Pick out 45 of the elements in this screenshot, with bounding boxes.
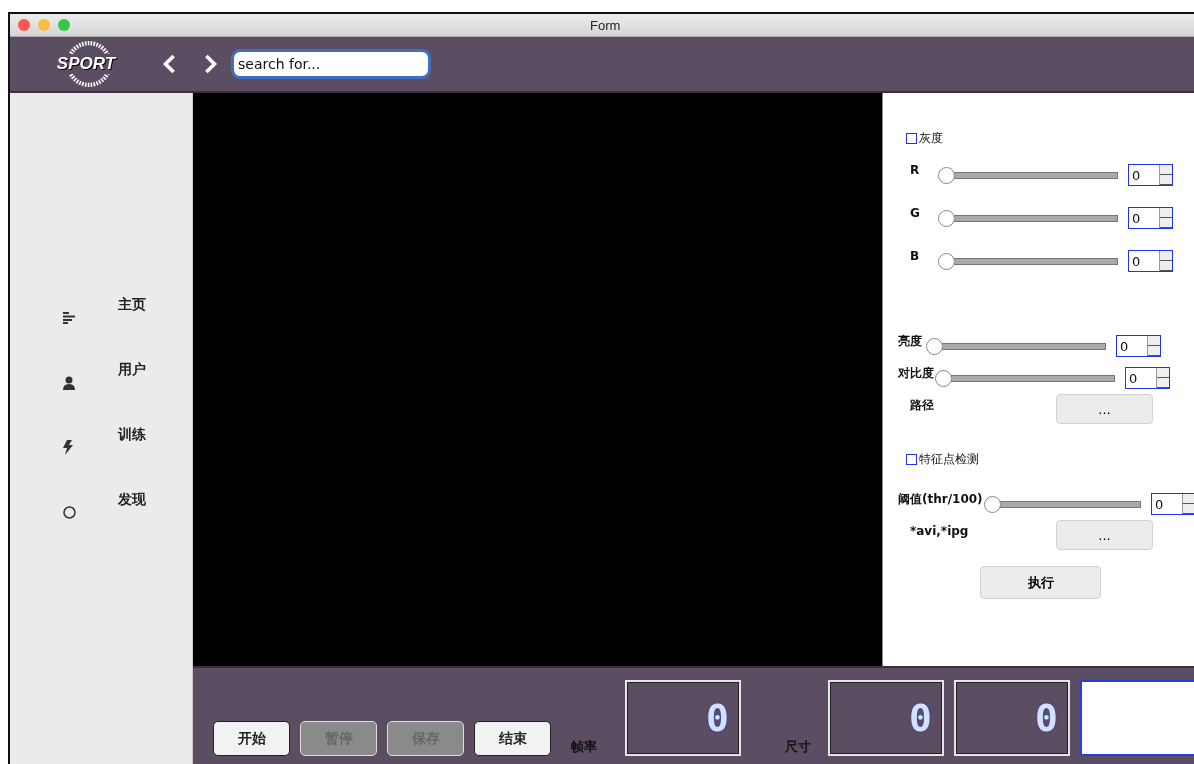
sidebar-item[interactable]: 发现 [10,476,192,541]
slider[interactable] [983,495,1141,513]
slider-label: G [910,206,921,220]
window-title: Form [590,17,621,33]
lcd-display: 0 [954,680,1070,756]
size-label: 尺寸 [785,738,812,756]
lcd-display: 0 [625,680,741,756]
circle-icon [63,506,76,519]
field-label: *avi,*ipg [910,524,970,538]
close-icon[interactable] [18,19,30,31]
slider-label: 阈值(thr/100) [898,490,984,508]
browse-button[interactable]: ... [1056,520,1153,550]
checkbox[interactable] [906,453,917,465]
sidebar-item[interactable]: 主页 [10,281,192,346]
spin-box[interactable]: 0 [1116,335,1161,357]
slider[interactable] [935,369,1115,387]
sidebar-item[interactable]: 用户 [10,346,192,411]
field-label: 路径 [910,396,935,414]
slider[interactable] [938,209,1118,227]
slider[interactable] [938,166,1118,184]
bolt-icon [63,440,73,455]
spin-box[interactable]: 0 [1128,250,1173,272]
spin-box[interactable]: 0 [1151,493,1194,515]
slider-label: 亮度 [898,332,923,350]
slider-label: B [910,249,921,263]
slider[interactable] [938,252,1118,270]
action-button[interactable]: 开始 [213,721,290,756]
browse-button[interactable]: ... [1056,394,1153,424]
slider-label: 对比度 [898,364,935,382]
fps-label: 帧率 [571,738,598,756]
spin-box[interactable]: 0 [1125,367,1170,389]
slider[interactable] [926,337,1106,355]
search-field[interactable]: search for... [231,49,431,79]
checkbox[interactable] [906,132,917,144]
person-icon [63,375,75,390]
sidebar-item[interactable]: 训练 [10,411,192,476]
checkbox-label: 特征点检测 [919,450,979,468]
checkbox-label: 灰度 [919,129,943,147]
lcd-display: 0 [828,680,944,756]
spin-box[interactable]: 0 [1128,207,1173,229]
spin-box[interactable]: 0 [1128,164,1173,186]
run-button[interactable]: 执行 [980,566,1101,599]
action-button[interactable]: 结束 [474,721,551,756]
slider-label: R [910,163,921,177]
bars-icon [63,311,77,324]
